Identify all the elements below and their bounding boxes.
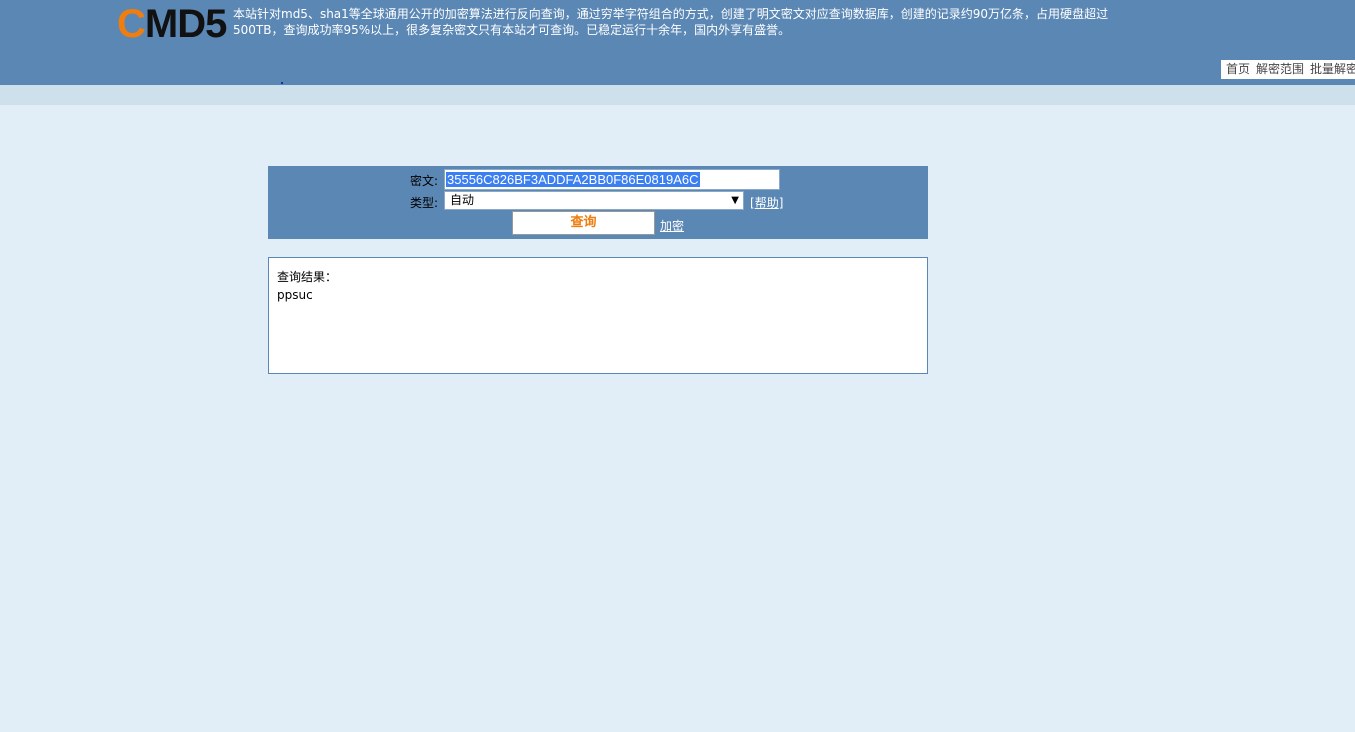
cipher-value: 35556C826BF3ADDFA2BB0F86E0819A6C — [446, 172, 700, 187]
result-title: 查询结果： — [277, 270, 338, 284]
help-close-bracket: ] — [778, 196, 784, 210]
type-value: 自动 — [450, 193, 475, 207]
help-link[interactable]: [帮助] — [750, 194, 783, 211]
logo-md5: MD5 — [144, 2, 227, 46]
logo-c: C — [117, 2, 146, 46]
query-form: 密文: 35556C826BF3ADDFA2BB0F86E0819A6C 类型:… — [268, 166, 928, 239]
sub-bar — [0, 85, 1355, 105]
site-intro: 本站针对md5、sha1等全球通用公开的加密算法进行反向查询，通过穷举字符组合的… — [233, 7, 1109, 37]
nav-home[interactable]: 首页 — [1226, 62, 1250, 76]
cipher-label: 密文: — [410, 174, 439, 188]
dropdown-arrow-icon: ▼ — [731, 195, 739, 206]
decorative-dot — [281, 82, 283, 84]
query-button[interactable]: 查询 — [512, 211, 655, 235]
type-select[interactable]: 自动 ▼ — [444, 191, 744, 210]
site-header: CMD5 本站针对md5、sha1等全球通用公开的加密算法进行反向查询，通过穷举… — [0, 0, 1355, 85]
result-panel: 查询结果： ppsuc — [268, 257, 928, 374]
type-label: 类型: — [410, 196, 439, 210]
cmd5-logo[interactable]: CMD5 — [117, 2, 227, 46]
cipher-input[interactable]: 35556C826BF3ADDFA2BB0F86E0819A6C — [444, 169, 780, 190]
result-value: ppsuc — [277, 288, 313, 302]
encrypt-link[interactable]: 加密 — [660, 217, 684, 234]
help-label: 帮助 — [754, 196, 779, 210]
top-nav: 首页 解密范围 批量解密 — [1221, 60, 1355, 79]
nav-decrypt-range[interactable]: 解密范围 — [1256, 62, 1304, 76]
nav-batch-decrypt[interactable]: 批量解密 — [1310, 62, 1355, 76]
